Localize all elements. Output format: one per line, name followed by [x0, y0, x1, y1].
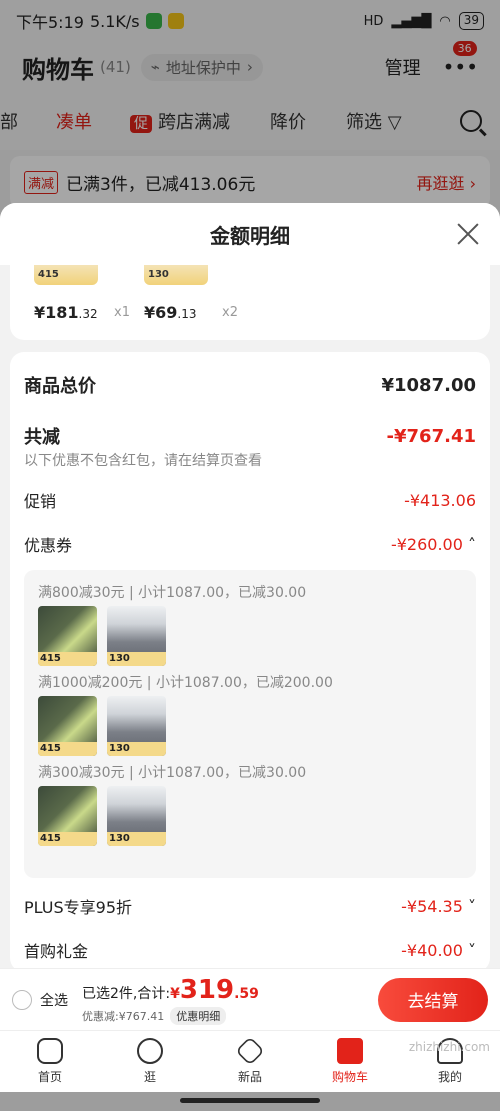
nav-browse-label: 逛: [143, 1070, 156, 1084]
nav-home[interactable]: 首页: [0, 1031, 100, 1092]
watermark: zhizhizhi.com: [408, 1040, 490, 1054]
nav-new-label: 新品: [237, 1070, 262, 1084]
price-breakdown-card: 商品总价 ¥1087.00 共减 -¥767.41 以下优惠不包含红包，请在结算…: [10, 352, 490, 968]
home-indicator: [180, 1098, 320, 1103]
product-tag: 130: [148, 269, 169, 280]
product-thumb[interactable]: 415: [38, 606, 97, 666]
product-thumb[interactable]: 130: [107, 696, 166, 756]
product-thumb[interactable]: 130: [107, 606, 166, 666]
coupon-label: 优惠券: [24, 536, 73, 555]
coupon-group-items: 415 130: [38, 696, 462, 756]
total-label: 商品总价: [24, 376, 96, 397]
checkout-button[interactable]: 去结算: [378, 977, 488, 1022]
selected-items-card: 415 130 ¥181.32 x1 ¥69.13 x2: [10, 265, 490, 340]
nav-browse[interactable]: 逛: [100, 1031, 200, 1092]
promo-value: -¥413.06: [404, 490, 476, 510]
first-purchase-row[interactable]: 首购礼金 -¥40.00 ˅: [24, 928, 476, 968]
item-qty: x2: [222, 305, 238, 320]
sum-line: 已选2件,合计:¥319.59: [82, 975, 259, 1005]
item-price-int: ¥181: [34, 303, 79, 322]
first-purchase-value: -¥40.00: [401, 940, 463, 960]
checkout-summary: 已选2件,合计:¥319.59 优惠减:¥767.41 优惠明细: [82, 975, 259, 1025]
item-price-cents: .32: [78, 307, 98, 321]
coupon-group-items: 415 130: [38, 606, 462, 666]
product-thumb[interactable]: 130: [107, 786, 166, 846]
product-tag: 415: [38, 742, 97, 756]
nav-cart[interactable]: 购物车: [300, 1031, 400, 1092]
select-all-label[interactable]: 全选: [40, 990, 68, 1010]
coupon-row[interactable]: 优惠券 -¥260.00 ˄: [24, 522, 476, 566]
plus-row[interactable]: PLUS专享95折 -¥54.35 ˅: [24, 884, 476, 928]
plus-amount: -¥54.35 ˅: [401, 897, 476, 916]
coupon-group-label: 满1000减200元 | 小计1087.00，已减200.00: [38, 675, 333, 691]
nav-me-label: 我的: [437, 1070, 462, 1084]
reduce-value: -¥767.41: [386, 425, 476, 447]
promo-label: 促销: [24, 492, 57, 511]
product-thumb[interactable]: 130: [144, 265, 208, 285]
promo-row: 促销 -¥413.06: [24, 478, 476, 522]
reduce-note: 以下优惠不包含红包，请在结算页查看: [24, 453, 262, 469]
plus-value: -¥54.35: [401, 896, 463, 916]
screen: { "status": {"time": "下午5:19", "speed": …: [0, 0, 500, 1111]
browse-icon: [137, 1038, 163, 1064]
product-thumb[interactable]: 415: [34, 265, 98, 285]
chevron-up-icon: ˄: [468, 534, 476, 554]
reduce-row: 共减 -¥767.41: [24, 418, 476, 454]
select-all-radio[interactable]: [12, 989, 32, 1010]
product-tag: 415: [38, 269, 59, 280]
coupon-amount: -¥260.00 ˄: [391, 535, 476, 554]
first-purchase-label: 首购礼金: [24, 942, 89, 961]
nav-new[interactable]: 新品: [200, 1031, 300, 1092]
product-thumb[interactable]: 415: [38, 786, 97, 846]
discount-text: 优惠减:¥767.41: [82, 1009, 165, 1023]
product-tag: 130: [107, 652, 166, 666]
sheet-header: 金额明细: [0, 203, 500, 265]
nav-home-label: 首页: [37, 1070, 62, 1084]
item-price: ¥181.32: [34, 303, 98, 322]
cart-icon: [337, 1038, 363, 1064]
product-tag: 415: [38, 832, 97, 846]
total-amount: 319: [179, 974, 235, 1005]
total-row: 商品总价 ¥1087.00: [24, 352, 476, 418]
chevron-down-icon: ˅: [468, 940, 476, 960]
total-value: ¥1087.00: [381, 374, 476, 396]
checkout-bar: 全选 已选2件,合计:¥319.59 优惠减:¥767.41 优惠明细 去结算: [0, 968, 500, 1030]
discount-line: 优惠减:¥767.41 优惠明细: [82, 1006, 259, 1025]
reduce-label: 共减: [24, 427, 60, 448]
chevron-down-icon: ˅: [468, 896, 476, 916]
product-tag: 415: [38, 652, 97, 666]
product-tag: 130: [107, 742, 166, 756]
home-icon: [37, 1038, 63, 1064]
cube-icon: [235, 1036, 265, 1066]
sheet-title: 金额明细: [210, 223, 290, 248]
coupon-value: -¥260.00: [390, 534, 463, 554]
product-thumb[interactable]: 415: [38, 696, 97, 756]
coupon-group-label: 满300减30元 | 小计1087.00，已减30.00: [38, 765, 307, 781]
coupon-group-items: 415 130: [38, 786, 462, 846]
coupon-detail-box: 满800减30元 | 小计1087.00，已减30.00 415 130 满10…: [24, 570, 476, 878]
coupon-group-label: 满800减30元 | 小计1087.00，已减30.00: [38, 585, 307, 601]
item-qty: x1: [114, 305, 130, 320]
product-tag: 130: [107, 832, 166, 846]
plus-label: PLUS专享95折: [24, 898, 132, 917]
first-purchase-amount: -¥40.00 ˅: [401, 941, 476, 960]
item-price: ¥69.13: [144, 303, 197, 322]
total-cents: .59: [234, 985, 259, 1002]
close-icon[interactable]: [456, 222, 480, 246]
amount-detail-sheet: 金额明细 415 130 ¥181.32 x1 ¥69.13 x2 商品总价 ¥…: [0, 203, 500, 968]
item-price-cents: .13: [177, 307, 197, 321]
currency-symbol: ¥: [170, 985, 180, 1002]
nav-cart-label: 购物车: [331, 1070, 368, 1084]
selected-count: 已选2件,合计:: [82, 985, 171, 1002]
discount-detail-button[interactable]: 优惠明细: [170, 1006, 227, 1025]
item-price-int: ¥69: [144, 303, 178, 322]
